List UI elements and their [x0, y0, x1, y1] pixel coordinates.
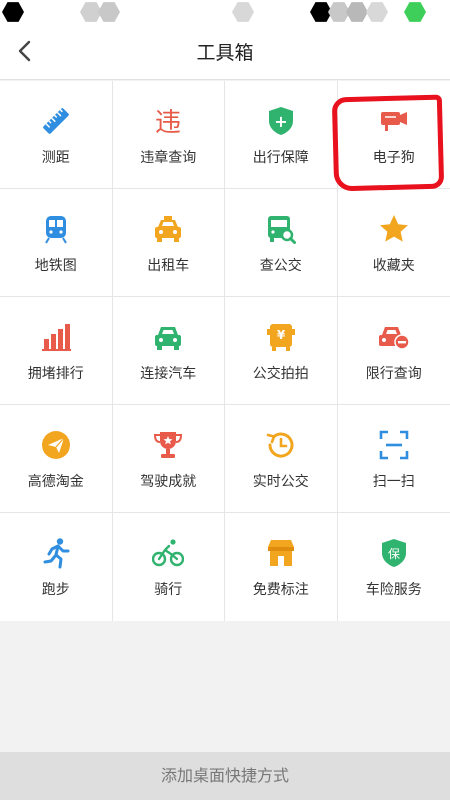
- status-hexagon-icon: [2, 2, 24, 22]
- trophy-icon: [154, 432, 183, 458]
- car-restrict-icon: [378, 327, 410, 350]
- tool-item-connect-car[interactable]: 连接汽车: [112, 297, 225, 405]
- svg-text:违: 违: [155, 108, 181, 137]
- status-hexagon-icon: [346, 2, 368, 22]
- car-icon: [155, 327, 182, 350]
- tool-label: 连接汽车: [140, 366, 197, 382]
- tool-item-travel-protection[interactable]: + 出行保障: [225, 81, 338, 189]
- tool-label: 实时公交: [252, 474, 309, 490]
- bicycle-icon: [152, 539, 185, 567]
- tool-label: 拥堵排行: [27, 366, 84, 382]
- violation-icon: 违: [155, 108, 181, 137]
- tool-label: 地铁图: [34, 258, 77, 274]
- tool-label: 违章查询: [140, 150, 197, 166]
- tool-label: 高德淘金: [27, 474, 84, 490]
- tool-item-subway-map[interactable]: 地铁图: [0, 189, 113, 297]
- tool-item-violation-query[interactable]: 违 违章查询: [112, 81, 225, 189]
- tool-label: 出租车: [147, 258, 190, 274]
- status-hexagon-icon: [98, 2, 120, 22]
- shop-icon: [267, 540, 294, 566]
- star-icon: [379, 215, 408, 242]
- tool-label: 限行查询: [365, 366, 422, 382]
- tool-item-amap-gold[interactable]: 高德淘金: [0, 405, 113, 513]
- camera-icon: [380, 112, 407, 131]
- header: 工具箱: [0, 24, 450, 80]
- tool-item-scan[interactable]: 扫一扫: [337, 405, 450, 513]
- tool-label: 骑行: [154, 582, 183, 598]
- add-desktop-shortcut-button[interactable]: 添加桌面快捷方式: [0, 752, 450, 800]
- svg-text:+: +: [274, 112, 287, 131]
- tool-item-free-marking[interactable]: 免费标注: [225, 513, 338, 621]
- tool-item-car-insurance[interactable]: 保 车险服务: [338, 513, 450, 621]
- status-bar: [0, 0, 450, 24]
- tool-label: 测距: [41, 150, 70, 166]
- svg-text:¥: ¥: [277, 328, 286, 342]
- tool-label: 收藏夹: [372, 258, 415, 274]
- tool-item-realtime-bus[interactable]: 实时公交: [225, 405, 338, 513]
- tool-item-driving-achievement[interactable]: 驾驶成就: [112, 405, 225, 513]
- tool-label: 电子狗: [372, 150, 415, 166]
- bar-chart-icon: [41, 324, 71, 351]
- clock-icon: [266, 432, 294, 458]
- bus-search-icon: [267, 216, 296, 244]
- scan-icon: [379, 430, 409, 460]
- tool-label: 跑步: [41, 582, 70, 598]
- tool-label: 免费标注: [252, 582, 309, 598]
- tool-item-cycling[interactable]: 骑行: [113, 513, 225, 621]
- tool-item-bus-query[interactable]: 查公交: [225, 189, 338, 297]
- status-hexagon-icon: [366, 2, 388, 22]
- shield-plus-icon: +: [268, 107, 293, 135]
- ruler-icon: [42, 108, 69, 134]
- tool-grid: 测距 违 违章查询 + 出行保障 电子狗 地铁图 出租车 查公交 收藏夹 拥堵排…: [0, 81, 450, 621]
- svg-text:保: 保: [388, 547, 400, 561]
- tool-item-favorites[interactable]: 收藏夹: [337, 189, 450, 297]
- status-hexagon-icon: [232, 2, 254, 22]
- tool-item-speed-camera[interactable]: 电子狗: [337, 81, 450, 189]
- insurance-icon: 保: [381, 539, 406, 567]
- tool-label: 驾驶成就: [140, 474, 197, 490]
- tool-label: 公交拍拍: [252, 366, 309, 382]
- bus-yuan-icon: ¥: [266, 324, 295, 351]
- tool-item-running[interactable]: 跑步: [0, 513, 113, 621]
- tool-item-bus-snap[interactable]: ¥ 公交拍拍: [225, 297, 338, 405]
- taxi-icon: [155, 216, 182, 242]
- tool-item-measure[interactable]: 测距: [0, 81, 113, 189]
- tool-label: 扫一扫: [372, 474, 415, 490]
- status-hexagon-icon: [404, 2, 426, 22]
- page-title: 工具箱: [196, 42, 254, 64]
- tool-label: 查公交: [259, 258, 302, 274]
- runner-icon: [43, 538, 70, 569]
- tool-item-taxi[interactable]: 出租车: [112, 189, 225, 297]
- tool-label: 出行保障: [252, 150, 309, 166]
- tool-item-traffic-restriction[interactable]: 限行查询: [337, 297, 450, 405]
- paper-plane-icon: [41, 431, 70, 459]
- tool-label: 车险服务: [365, 582, 422, 598]
- subway-icon: [44, 216, 67, 244]
- tool-item-congestion-ranking[interactable]: 拥堵排行: [0, 297, 113, 405]
